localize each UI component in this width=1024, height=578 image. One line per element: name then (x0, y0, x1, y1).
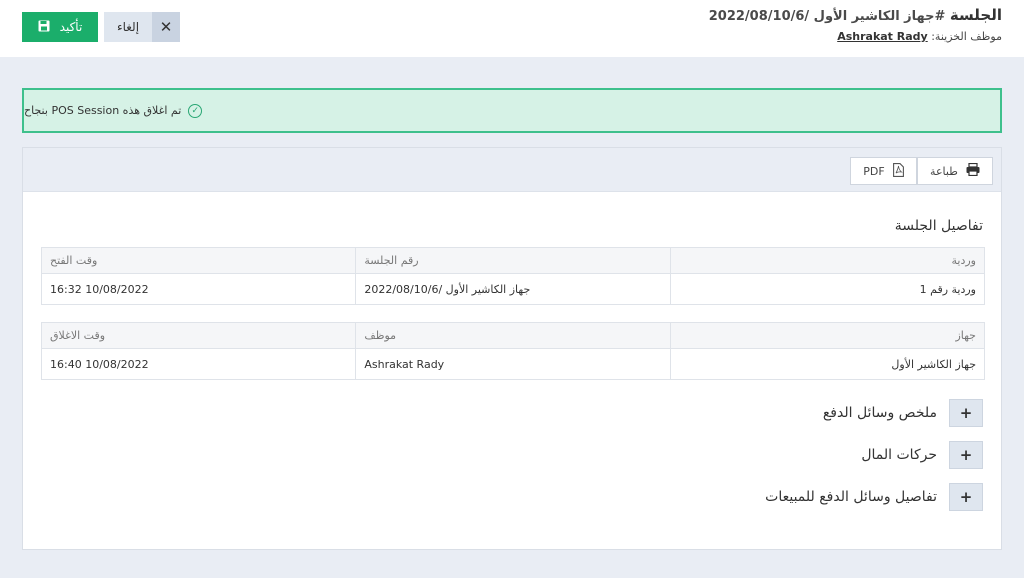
print-button-label: طباعة (930, 164, 958, 178)
print-button[interactable]: طباعة (917, 157, 993, 185)
session-card: طباعة PDF تفاصيل الجلسة وردية رقم الجلسة… (22, 147, 1002, 550)
table-header-cell: موظف (355, 322, 671, 349)
collapsible-label: حركات المال (861, 447, 937, 463)
confirm-button[interactable]: تأكيد (22, 12, 98, 42)
sales-payment-details-toggle[interactable]: + تفاصيل وسائل الدفع للمبيعات (765, 483, 983, 511)
table-header-row: جهاز موظف وقت الاغلاق (40, 322, 986, 349)
cancel-button-label: إلغاء (116, 20, 140, 34)
cashier-employee: موظف الخزينة: Ashrakat Rady (709, 30, 1002, 43)
payment-methods-summary-toggle[interactable]: + ملخص وسائل الدفع (823, 399, 983, 427)
cashier-employee-label: موظف الخزينة: (927, 30, 1002, 43)
page-header: الجلسة #جهاز الكاشير الأول /2022/08/10/6… (0, 0, 1024, 57)
alert-text: تم اغلاق هذه POS Session بنجاح (24, 104, 182, 117)
page-title-session: #جهاز الكاشير الأول /2022/08/10/6 (708, 9, 950, 24)
pdf-button[interactable]: PDF (850, 157, 917, 185)
cash-movements-toggle[interactable]: + حركات المال (861, 441, 983, 469)
page-title-main: الجلسة (949, 6, 1002, 24)
pdf-file-icon (892, 162, 904, 180)
save-icon (38, 20, 50, 35)
table-cell: وردية رقم 1 (669, 273, 986, 305)
card-toolbar: طباعة PDF (23, 148, 1001, 192)
table-cell: 10/08/2022 16:40 (40, 348, 357, 380)
table-cell: جهاز الكاشير الأول /2022/08/10/6 (355, 273, 671, 305)
cancel-button[interactable]: إلغاء ✕ (104, 12, 180, 42)
table-row: جهاز الكاشير الأول Ashrakat Rady 10/08/2… (40, 348, 986, 380)
table-header-cell: وردية (669, 247, 986, 274)
pdf-button-label: PDF (863, 164, 885, 178)
table-cell: 10/08/2022 16:32 (40, 273, 357, 305)
plus-icon[interactable]: + (949, 483, 983, 511)
session-close-table: جهاز موظف وقت الاغلاق جهاز الكاشير الأول… (40, 322, 986, 380)
table-header-cell: وقت الاغلاق (40, 322, 357, 349)
success-alert: ✓ تم اغلاق هذه POS Session بنجاح (22, 88, 1002, 133)
table-row: وردية رقم 1 جهاز الكاشير الأول /2022/08/… (40, 273, 986, 305)
table-cell: Ashrakat Rady (355, 348, 671, 380)
collapsible-label: ملخص وسائل الدفع (822, 405, 937, 421)
session-details-title: تفاصيل الجلسة (894, 218, 983, 234)
close-icon: ✕ (152, 12, 180, 42)
plus-icon[interactable]: + (949, 441, 983, 469)
table-header-cell: وقت الفتح (40, 247, 357, 274)
check-circle-icon: ✓ (188, 103, 203, 118)
session-info-table: وردية رقم الجلسة وقت الفتح وردية رقم 1 ج… (40, 247, 986, 305)
table-header-row: وردية رقم الجلسة وقت الفتح (40, 247, 986, 274)
table-header-cell: جهاز (669, 322, 986, 349)
table-header-cell: رقم الجلسة (355, 247, 671, 274)
collapsible-label: تفاصيل وسائل الدفع للمبيعات (765, 489, 937, 505)
page-title: الجلسة #جهاز الكاشير الأول /2022/08/10/6 (709, 6, 1002, 24)
title-block: الجلسة #جهاز الكاشير الأول /2022/08/10/6… (709, 6, 1002, 43)
printer-icon (966, 162, 980, 179)
cashier-employee-name-link[interactable]: Ashrakat Rady (837, 30, 928, 43)
plus-icon[interactable]: + (949, 399, 983, 427)
table-cell: جهاز الكاشير الأول (669, 348, 986, 380)
confirm-button-label: تأكيد (59, 20, 83, 34)
